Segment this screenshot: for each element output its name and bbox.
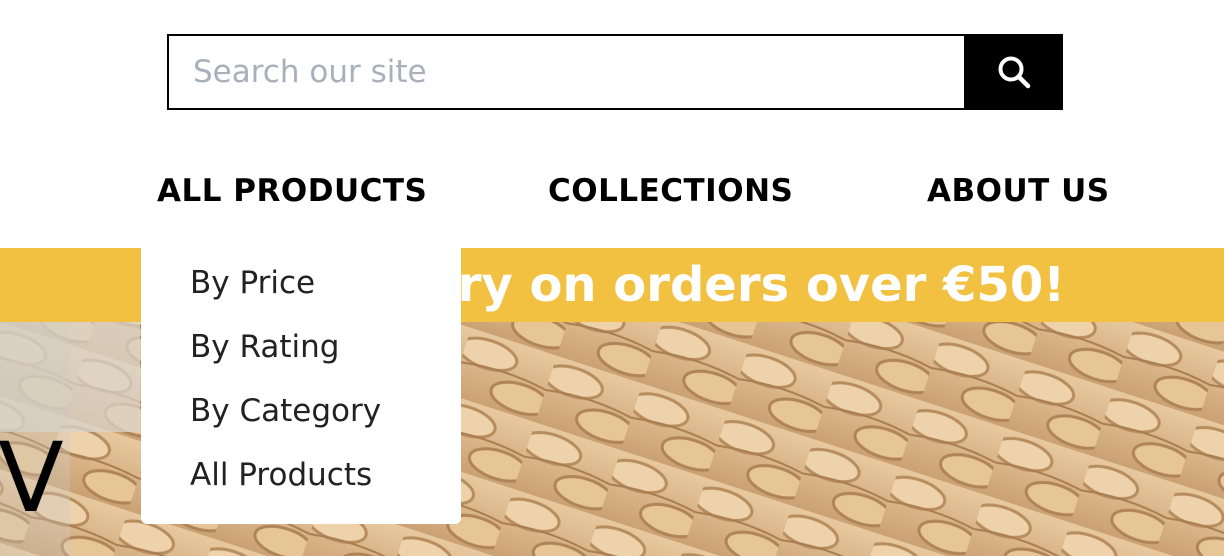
nav-about-us[interactable]: ABOUT US <box>927 168 1110 214</box>
nav-all-products[interactable]: ALL PRODUCTS <box>157 168 427 214</box>
products-dropdown-menu: By Price By Rating By Category All Produ… <box>141 225 461 524</box>
dropdown-item-by-rating[interactable]: By Rating <box>141 327 461 391</box>
hero-letter: V <box>0 422 64 534</box>
search-icon <box>998 56 1030 89</box>
search-input[interactable] <box>167 34 964 110</box>
search-form <box>167 34 1063 110</box>
search-button[interactable] <box>964 34 1063 110</box>
dropdown-item-by-price[interactable]: By Price <box>141 263 461 327</box>
main-nav: ALL PRODUCTS COLLECTIONS ABOUT US <box>0 168 1224 214</box>
dropdown-item-all-products[interactable]: All Products <box>141 455 461 519</box>
dropdown-item-by-category[interactable]: By Category <box>141 391 461 455</box>
nav-collections[interactable]: COLLECTIONS <box>548 168 793 214</box>
